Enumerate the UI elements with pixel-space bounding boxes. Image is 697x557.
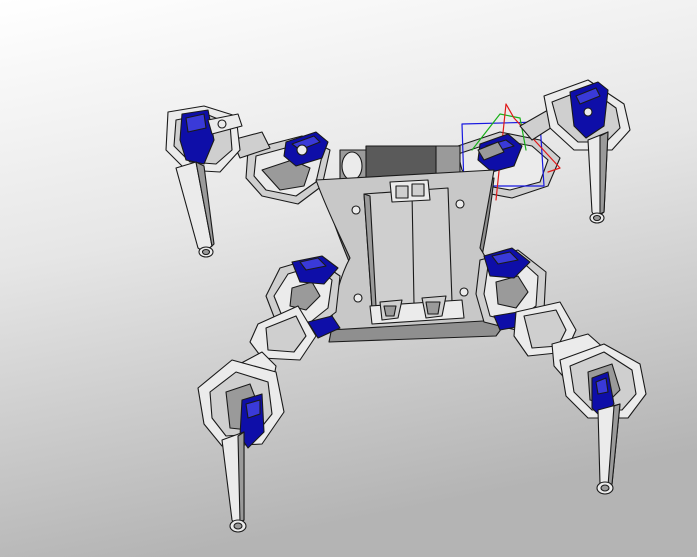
cad-viewport[interactable] (0, 0, 697, 557)
robot-model-canvas[interactable] (0, 0, 697, 557)
front-connectors (389, 179, 431, 203)
